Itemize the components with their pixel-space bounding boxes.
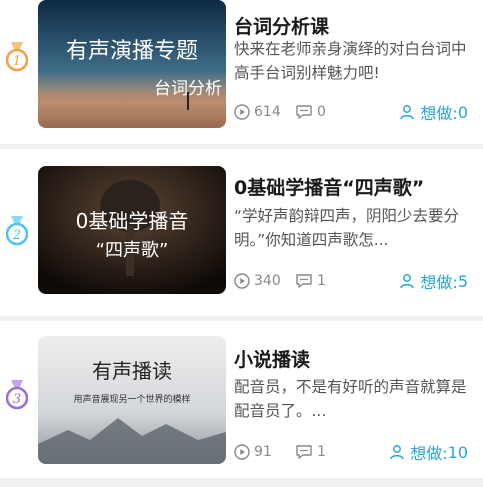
play-count: 614 (234, 101, 281, 123)
rank-medal-icon: 1 (6, 42, 28, 72)
want-button[interactable]: 想做: 5 (399, 269, 468, 293)
user-icon (390, 445, 404, 460)
divider (0, 478, 483, 487)
comment-icon (296, 274, 312, 288)
svg-text:有声播读: 有声播读 (92, 359, 172, 383)
user-icon (400, 274, 415, 289)
svg-text:用声音展现另一个世界的模样: 用声音展现另一个世界的模样 (73, 393, 190, 405)
course-thumbnail[interactable]: 有声演播专题 台词分析 (38, 0, 226, 128)
play-count: 340 (234, 270, 281, 292)
comment-count[interactable]: 0 (295, 101, 326, 123)
want-button[interactable]: 想做: 0 (399, 100, 468, 124)
svg-text:台词分析: 台词分析 (154, 79, 222, 99)
play-icon (234, 273, 250, 289)
course-title[interactable]: 小说播读 (234, 345, 310, 372)
course-thumbnail[interactable]: 0基础学播音 “四声歌” (38, 166, 226, 294)
divider (0, 144, 483, 149)
play-icon (234, 444, 250, 460)
want-button[interactable]: 想做: 10 (389, 440, 468, 464)
comment-icon (296, 105, 312, 119)
svg-text:1: 1 (13, 54, 21, 69)
svg-text:有声演播专题: 有声演播专题 (66, 39, 198, 64)
course-title[interactable]: 0基础学播音“四声歌” (234, 173, 424, 200)
comment-count[interactable]: 1 (295, 270, 326, 292)
play-count: 91 (234, 441, 272, 463)
rank-medal-icon: 3 (6, 380, 28, 410)
comment-count[interactable]: 1 (295, 441, 326, 463)
course-stats: 91 1 想做: 10 (234, 441, 474, 463)
course-description: 快来在老师亲身演绎的对白台词中高手台词别样魅力吧! (234, 40, 467, 82)
course-card[interactable]: 1 有声演播专题 台词分析 台词分析课 快来在老师亲身演绎的对白台词中高手台词别… (0, 0, 483, 140)
svg-text:“四声歌”: “四声歌” (96, 240, 169, 261)
course-description: 配音员，不是有好听的声音就算是配音员了。... (234, 378, 467, 420)
course-title[interactable]: 台词分析课 (234, 12, 329, 39)
svg-text:3: 3 (13, 392, 21, 407)
svg-text:2: 2 (12, 228, 21, 243)
user-icon (400, 105, 415, 120)
course-card[interactable]: 2 0基础学播音 “四声歌” 0基础学播音“四声歌” “学好声韵辩四声，阴阳少去… (0, 160, 483, 306)
course-card[interactable]: 3 有声播读 用声音展现另一个世界的模样 小说播读 配音员，不是有好听的声音就算… (0, 332, 483, 478)
course-description: “学好声韵辩四声，阴阳少去要分明。”你知道四声歌怎... (234, 207, 460, 249)
course-stats: 614 0 想做: 0 (234, 101, 474, 123)
rank-medal-icon: 2 (6, 216, 28, 246)
play-icon (234, 104, 250, 120)
comment-icon (296, 445, 312, 459)
course-stats: 340 1 想做: 5 (234, 270, 474, 292)
course-thumbnail[interactable]: 有声播读 用声音展现另一个世界的模样 (38, 336, 226, 464)
divider (0, 316, 483, 321)
svg-text:0基础学播音: 0基础学播音 (76, 209, 189, 233)
